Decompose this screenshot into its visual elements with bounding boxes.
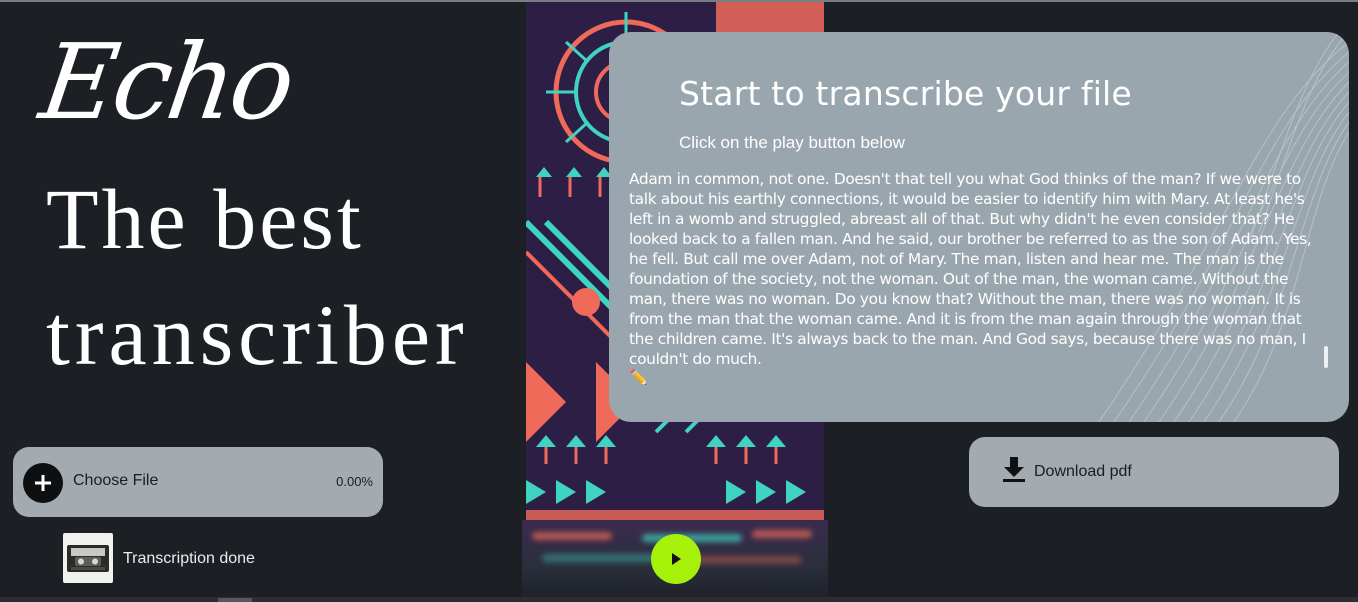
- play-icon: [672, 553, 681, 565]
- cassette-icon: [63, 533, 113, 583]
- download-pdf-button[interactable]: Download pdf: [969, 437, 1339, 507]
- file-chooser[interactable]: Choose File 0.00%: [13, 447, 383, 517]
- pencil-icon[interactable]: ✏️: [629, 368, 648, 386]
- add-file-button[interactable]: [23, 463, 63, 503]
- card-subtitle: Click on the play button below: [679, 133, 905, 152]
- bottom-border: [0, 597, 1358, 602]
- card-title: Start to transcribe your file: [679, 74, 1132, 113]
- plus-icon: [35, 475, 51, 491]
- transcription-card: Start to transcribe your file Click on t…: [609, 32, 1349, 422]
- scrollbar-thumb[interactable]: [1324, 346, 1328, 368]
- transcription-status: Transcription done: [123, 550, 255, 567]
- headline-line-2: transcriber: [46, 287, 469, 383]
- upload-progress-text: 0.00%: [336, 474, 373, 489]
- play-button[interactable]: [651, 534, 701, 584]
- logo: Echo: [33, 21, 299, 143]
- download-pdf-label: Download pdf: [1034, 463, 1132, 480]
- download-icon: [1003, 457, 1025, 482]
- headline-line-1: The best: [46, 171, 364, 267]
- choose-file-label[interactable]: Choose File: [73, 472, 158, 490]
- bottom-handle: [218, 598, 252, 602]
- transcript-text: Adam in common, not one. Doesn't that te…: [629, 170, 1312, 368]
